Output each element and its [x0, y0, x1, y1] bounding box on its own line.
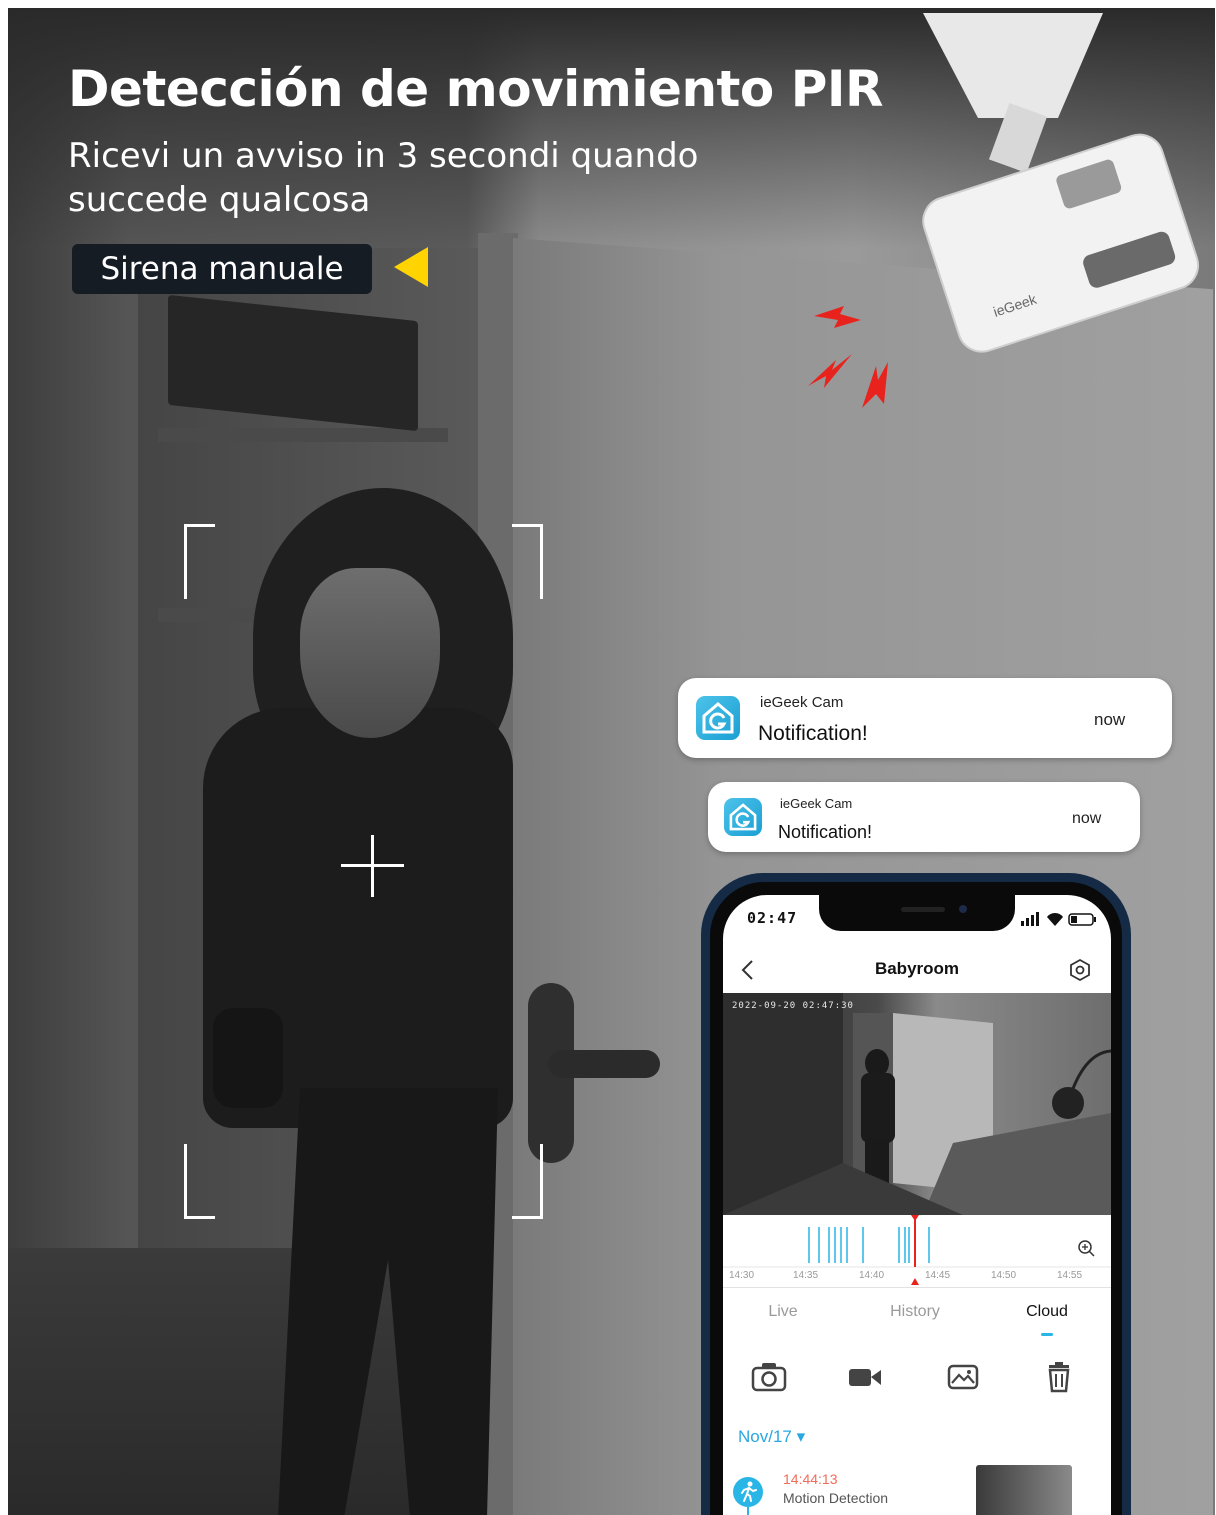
- iegeek-app-icon: [696, 696, 740, 740]
- event-thumbnail[interactable]: [976, 1465, 1072, 1515]
- tab-history[interactable]: History: [865, 1303, 965, 1321]
- running-person-icon: [733, 1477, 763, 1507]
- signal-icon: [1021, 921, 1024, 926]
- event-list-item[interactable]: 14:44:13 Motion Detection: [723, 1461, 1111, 1515]
- event-label: Motion Detection: [783, 1490, 889, 1506]
- timeline-tick: 14:55: [1057, 1270, 1083, 1281]
- notification-card[interactable]: ieGeek Cam Notification! now: [678, 678, 1172, 758]
- front-camera-icon: [959, 905, 967, 913]
- camera-name: Babyroom: [874, 959, 960, 978]
- page-title: Detección de movimiento PIR: [68, 60, 883, 118]
- camera-icon[interactable]: [751, 1361, 787, 1393]
- detection-corner-top-left: [184, 524, 215, 599]
- settings-icon[interactable]: [1067, 957, 1093, 983]
- event-timeline-line: [747, 1507, 749, 1515]
- intruder-hand: [213, 1008, 283, 1108]
- timeline-tick: 14:50: [991, 1270, 1017, 1281]
- timeline-tick: 14:40: [859, 1270, 885, 1281]
- event-time: 14:44:13: [783, 1471, 838, 1487]
- feed-scene: [723, 993, 1111, 1215]
- alert-sound-icon: [808, 306, 888, 408]
- action-toolbar: [723, 1351, 1111, 1401]
- notification-app-name: ieGeek Cam: [760, 694, 844, 711]
- notification-app-name: ieGeek Cam: [780, 796, 853, 811]
- notification-time: now: [1072, 810, 1102, 827]
- trash-icon[interactable]: [1041, 1361, 1077, 1393]
- chevron-left-icon[interactable]: [737, 957, 759, 983]
- phone-bezel: 02:47 Babyroom 2022-09-20 02:47:30 14:30…: [710, 882, 1122, 1515]
- nav-bar: Babyroom: [723, 947, 1111, 993]
- video-camera-icon[interactable]: [847, 1361, 883, 1393]
- zoom-in-icon[interactable]: [1077, 1239, 1095, 1257]
- image-icon[interactable]: [945, 1361, 981, 1393]
- detection-corner-bottom-right: [512, 1144, 543, 1219]
- playback-timeline[interactable]: 14:30 14:35 14:40 14:45 14:50 14:55: [723, 1215, 1111, 1288]
- video-timestamp: 2022-09-20 02:47:30: [732, 1001, 854, 1011]
- security-camera-icon: ieGeek: [922, 13, 1200, 353]
- arrow-left-icon: [394, 247, 428, 287]
- tab-cloud[interactable]: Cloud: [997, 1303, 1097, 1321]
- status-time: 02:47: [747, 909, 798, 927]
- detection-corner-bottom-left: [184, 1144, 215, 1219]
- iegeek-app-icon: [724, 798, 762, 836]
- notification-time: now: [1094, 710, 1126, 729]
- timeline-tick: 14:35: [793, 1270, 819, 1281]
- tab-live[interactable]: Live: [733, 1303, 833, 1321]
- notification-message: Notification!: [778, 822, 873, 842]
- notification-card[interactable]: ieGeek Cam Notification! now: [708, 782, 1140, 852]
- notification-message: Notification!: [758, 722, 868, 745]
- intruder-face: [300, 568, 440, 738]
- shelf: [158, 428, 448, 442]
- camera-feed[interactable]: 2022-09-20 02:47:30: [723, 993, 1111, 1215]
- page-subtitle: Ricevi un avviso in 3 secondi quando suc…: [68, 136, 699, 220]
- door-handle-lever: [548, 1050, 660, 1078]
- tab-active-indicator: [1041, 1333, 1053, 1336]
- crosshair-icon: [371, 835, 374, 897]
- timeline-tick: 14:45: [925, 1270, 951, 1281]
- view-tabs: Live History Cloud: [723, 1289, 1111, 1341]
- timeline-tick: 14:30: [729, 1270, 755, 1281]
- hero-scene: ieGeek Detección de movimiento PIR Ricev…: [8, 8, 1215, 1515]
- app-screen: 02:47 Babyroom 2022-09-20 02:47:30 14:30…: [723, 895, 1111, 1515]
- detection-corner-top-right: [512, 524, 543, 599]
- siren-badge: Sirena manuale: [72, 244, 372, 294]
- timeline-events: [723, 1215, 1111, 1285]
- smartphone: 02:47 Babyroom 2022-09-20 02:47:30 14:30…: [701, 873, 1131, 1515]
- wifi-icon: [1047, 913, 1063, 926]
- phone-notch: [819, 895, 1015, 931]
- date-filter-dropdown[interactable]: Nov/17 ▾: [738, 1427, 805, 1447]
- speaker-grille: [901, 907, 945, 912]
- status-icons: [1021, 912, 1096, 926]
